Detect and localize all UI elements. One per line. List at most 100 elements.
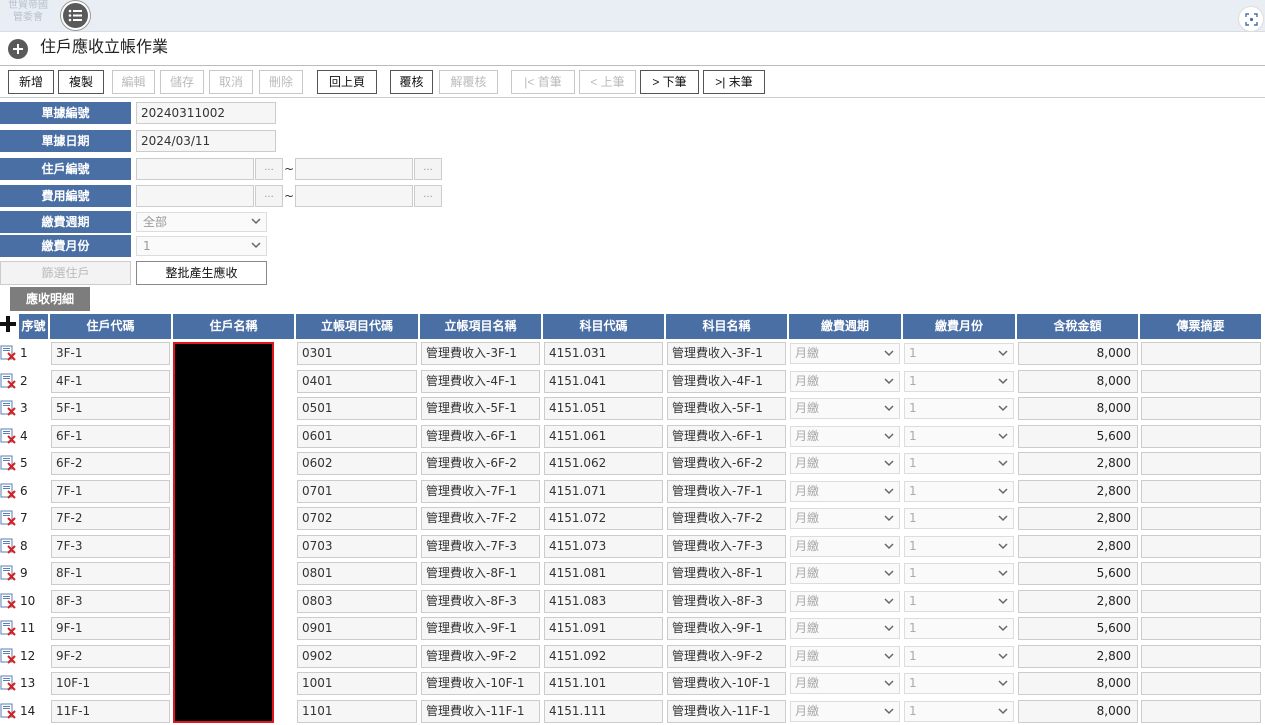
account-code-cell[interactable]: 4151.111 xyxy=(544,699,663,723)
pay-cycle-cell[interactable]: 月繳 xyxy=(790,508,900,529)
account-code-cell[interactable]: 4151.083 xyxy=(544,589,663,613)
pay-cycle-cell[interactable]: 月繳 xyxy=(790,425,900,447)
resident-code-cell[interactable]: 6F-2 xyxy=(51,452,170,475)
doc-date-field[interactable]: 2024/03/11 xyxy=(136,130,276,152)
voucher-summary-cell[interactable] xyxy=(1141,562,1261,585)
voucher-summary-cell[interactable] xyxy=(1141,699,1261,723)
resident-code-cell[interactable]: 3F-1 xyxy=(51,342,170,365)
account-code-cell[interactable]: 4151.072 xyxy=(544,507,663,530)
voucher-summary-cell[interactable] xyxy=(1141,644,1261,668)
account-code-cell[interactable]: 4151.092 xyxy=(544,644,663,668)
item-name-cell[interactable]: 管理費收入-7F-3 xyxy=(421,534,540,558)
list-menu-icon[interactable] xyxy=(61,1,90,30)
account-name-cell[interactable]: 管理費收入-5F-1 xyxy=(667,397,786,420)
item-name-cell[interactable]: 管理費收入-9F-2 xyxy=(421,644,540,668)
voucher-summary-cell[interactable] xyxy=(1141,479,1261,503)
voucher-summary-cell[interactable] xyxy=(1141,397,1261,420)
focus-icon[interactable] xyxy=(1238,6,1264,32)
amount-cell[interactable]: 2,800 xyxy=(1018,589,1138,613)
pay-month-cell[interactable]: 1 xyxy=(904,343,1014,364)
voucher-summary-cell[interactable] xyxy=(1141,589,1261,613)
resident-code-cell[interactable]: 4F-1 xyxy=(51,369,170,393)
item-name-cell[interactable]: 管理費收入-7F-1 xyxy=(421,479,540,503)
voucher-summary-cell[interactable] xyxy=(1141,424,1261,448)
resident-code-cell[interactable]: 9F-2 xyxy=(51,644,170,668)
pay-cycle-cell[interactable]: 月繳 xyxy=(790,618,900,639)
item-code-cell[interactable]: 0703 xyxy=(297,534,417,558)
pay-cycle-cell[interactable]: 月繳 xyxy=(790,343,900,364)
amount-cell[interactable]: 8,000 xyxy=(1018,369,1138,393)
delete-row-icon[interactable] xyxy=(0,648,16,664)
item-code-cell[interactable]: 0601 xyxy=(297,424,417,448)
delete-row-icon[interactable] xyxy=(0,620,16,636)
item-name-cell[interactable]: 管理費收入-6F-2 xyxy=(421,452,540,475)
pay-month-cell[interactable]: 1 xyxy=(904,508,1014,529)
pay-month-cell[interactable]: 1 xyxy=(904,535,1014,557)
copy-button[interactable]: 複製 xyxy=(58,70,104,94)
item-code-cell[interactable]: 0803 xyxy=(297,589,417,613)
last-record-button[interactable]: >| 末筆 xyxy=(703,70,765,94)
pay-cycle-cell[interactable]: 月繳 xyxy=(790,563,900,584)
amount-cell[interactable]: 5,600 xyxy=(1018,424,1138,448)
pay-month-cell[interactable]: 1 xyxy=(904,673,1014,694)
voucher-summary-cell[interactable] xyxy=(1141,452,1261,475)
item-code-cell[interactable]: 1001 xyxy=(297,672,417,695)
pay-month-cell[interactable]: 1 xyxy=(904,425,1014,447)
amount-cell[interactable]: 5,600 xyxy=(1018,562,1138,585)
delete-row-icon[interactable] xyxy=(0,345,16,361)
pay-cycle-cell[interactable]: 月繳 xyxy=(790,700,900,722)
account-code-cell[interactable]: 4151.081 xyxy=(544,562,663,585)
resident-code-cell[interactable]: 8F-1 xyxy=(51,562,170,585)
amount-cell[interactable]: 2,800 xyxy=(1018,534,1138,558)
item-name-cell[interactable]: 管理費收入-8F-3 xyxy=(421,589,540,613)
doc-no-field[interactable]: 20240311002 xyxy=(136,102,276,124)
account-name-cell[interactable]: 管理費收入-8F-1 xyxy=(667,562,786,585)
account-code-cell[interactable]: 4151.091 xyxy=(544,617,663,640)
account-name-cell[interactable]: 管理費收入-7F-3 xyxy=(667,534,786,558)
save-button[interactable]: 儲存 xyxy=(160,70,204,94)
account-code-cell[interactable]: 4151.073 xyxy=(544,534,663,558)
delete-row-icon[interactable] xyxy=(0,703,16,719)
item-name-cell[interactable]: 管理費收入-4F-1 xyxy=(421,369,540,393)
fee-no-to-lookup-button[interactable]: ... xyxy=(414,185,442,207)
pay-cycle-cell[interactable]: 月繳 xyxy=(790,645,900,667)
amount-cell[interactable]: 8,000 xyxy=(1018,342,1138,365)
amount-cell[interactable]: 5,600 xyxy=(1018,617,1138,640)
account-name-cell[interactable]: 管理費收入-8F-3 xyxy=(667,589,786,613)
item-name-cell[interactable]: 管理費收入-5F-1 xyxy=(421,397,540,420)
pay-cycle-cell[interactable]: 月繳 xyxy=(790,673,900,694)
pay-month-cell[interactable]: 1 xyxy=(904,370,1014,392)
voucher-summary-cell[interactable] xyxy=(1141,507,1261,530)
select-resident-button[interactable]: 篩選住戶 xyxy=(0,261,131,285)
item-name-cell[interactable]: 管理費收入-6F-1 xyxy=(421,424,540,448)
delete-row-icon[interactable] xyxy=(0,373,16,389)
account-code-cell[interactable]: 4151.101 xyxy=(544,672,663,695)
item-name-cell[interactable]: 管理費收入-10F-1 xyxy=(421,672,540,695)
account-name-cell[interactable]: 管理費收入-9F-2 xyxy=(667,644,786,668)
review-button[interactable]: 覆核 xyxy=(390,70,433,94)
tab-receivable-detail[interactable]: 應收明細 xyxy=(10,287,90,311)
delete-row-icon[interactable] xyxy=(0,565,16,581)
amount-cell[interactable]: 8,000 xyxy=(1018,397,1138,420)
resident-no-from-field[interactable] xyxy=(136,158,254,180)
resident-code-cell[interactable]: 7F-1 xyxy=(51,479,170,503)
pay-month-cell[interactable]: 1 xyxy=(904,618,1014,639)
delete-row-icon[interactable] xyxy=(0,675,16,691)
resident-code-cell[interactable]: 7F-3 xyxy=(51,534,170,558)
pay-cycle-cell[interactable]: 月繳 xyxy=(790,480,900,502)
delete-button[interactable]: 刪除 xyxy=(259,70,303,94)
resident-no-from-lookup-button[interactable]: ... xyxy=(255,158,283,180)
resident-code-cell[interactable]: 7F-2 xyxy=(51,507,170,530)
pay-month-cell[interactable]: 1 xyxy=(904,563,1014,584)
resident-code-cell[interactable]: 10F-1 xyxy=(51,672,170,695)
next-record-button[interactable]: > 下筆 xyxy=(640,70,699,94)
cancel-button[interactable]: 取消 xyxy=(209,70,253,94)
resident-code-cell[interactable]: 11F-1 xyxy=(51,699,170,723)
unreview-button[interactable]: 解覆核 xyxy=(439,70,498,94)
pay-month-cell[interactable]: 1 xyxy=(904,700,1014,722)
amount-cell[interactable]: 2,800 xyxy=(1018,452,1138,475)
voucher-summary-cell[interactable] xyxy=(1141,617,1261,640)
account-name-cell[interactable]: 管理費收入-10F-1 xyxy=(667,672,786,695)
account-name-cell[interactable]: 管理費收入-6F-1 xyxy=(667,424,786,448)
account-code-cell[interactable]: 4151.061 xyxy=(544,424,663,448)
